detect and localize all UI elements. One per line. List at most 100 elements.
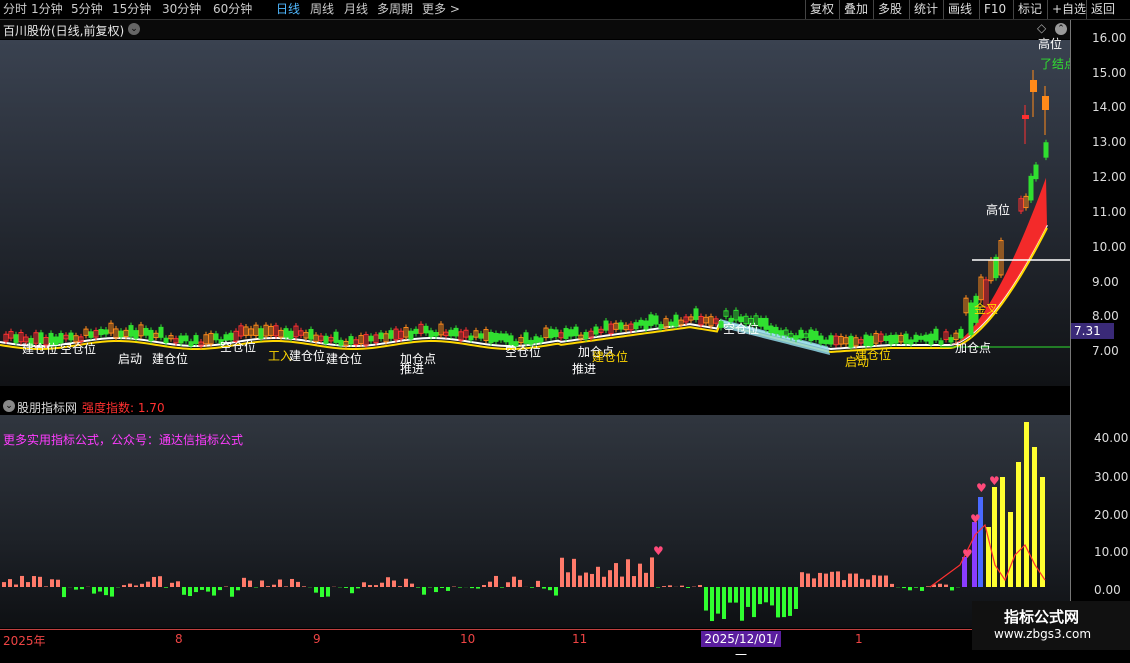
indicator-bar [122,585,126,587]
candle-body [884,336,888,340]
candle-body [959,329,963,338]
indicator-tick: 10.00 [1094,545,1128,559]
tool-back-button[interactable]: 返回 [1086,0,1119,19]
price-tick: 8.00 [1092,309,1119,323]
candle-body [819,336,823,343]
tool-mark-button[interactable]: 标记 [1013,0,1046,19]
period-tab-daily[interactable]: 日线 [276,2,300,17]
period-tab-30min[interactable]: 30分钟 [162,2,201,17]
candle-body [414,329,418,333]
indicator-bar [908,587,912,590]
price-tick: 13.00 [1092,135,1126,149]
indicator-bar [662,586,666,587]
tool-overlay-button[interactable]: 叠加 [839,0,872,19]
period-tab-1min[interactable]: 1分钟 [31,2,63,17]
indicator-bar [884,576,888,587]
indicator-bar [368,585,372,587]
indicator-bar [686,587,690,588]
indicator-bar [818,573,822,587]
candle-body [554,330,558,337]
candle-body [574,327,578,336]
tool-add-watchlist-button[interactable]: +自选 [1047,0,1090,19]
indicator-bar [350,587,354,593]
tool-draw-button[interactable]: 画线 [943,0,976,19]
indicator-bar [110,587,114,597]
candle-body [194,336,198,344]
price-tick: 7.00 [1092,344,1119,358]
indicator-bar [92,587,96,594]
kline-chart[interactable] [0,40,1070,386]
indicator-menu-icon[interactable]: ⌄ [3,400,15,412]
indicator-bar [866,580,870,587]
period-tab-60min[interactable]: 60分钟 [213,2,252,17]
signal-label: 加仓点 [955,339,991,356]
tool-multi-stock-button[interactable]: 多股 [873,0,906,19]
dropdown-circle-icon[interactable]: ⌄ [128,23,140,35]
tool-f10-button[interactable]: F10 [979,0,1010,19]
indicator-bar [848,574,852,587]
date-label: 11 [572,632,587,646]
price-tick: 15.00 [1092,66,1126,80]
indicator-bar [740,587,744,621]
candle-body [524,333,528,344]
indicator-name[interactable]: 股朋指标网 [17,399,77,416]
candle-body [569,330,573,336]
date-label: 8 [175,632,183,646]
indicator-bar [860,579,864,587]
candle-body [904,334,908,343]
diamond-icon[interactable]: ◇ [1037,21,1046,35]
period-tab-fenshi[interactable]: 分时 [3,2,27,17]
candle-body [639,320,643,325]
watermark-url: www.zbgs3.com [994,627,1091,641]
indicator-bar [1016,462,1021,587]
candle-body [284,329,288,337]
period-tab-5min[interactable]: 5分钟 [71,2,103,17]
indicator-bar [602,577,606,587]
indicator-bar [212,587,216,596]
period-tab-15min[interactable]: 15分钟 [112,2,151,17]
indicator-bar [1040,477,1045,587]
indicator-bar [236,587,240,590]
indicator-bar [440,587,444,588]
indicator-bar [902,587,906,588]
date-axis: 2025年 8 9 10 11 2025/12/01/一 1 [0,629,1070,651]
signal-label: 空仓位 [60,340,96,357]
indicator-bar [596,567,600,587]
indicator-bar [1000,477,1005,587]
indicator-bar [842,580,846,587]
indicator-bar [704,587,708,611]
period-tab-weekly[interactable]: 周线 [310,2,334,17]
candle-body [1034,165,1038,179]
candle-body [814,331,818,339]
candle-body [829,336,833,344]
indicator-bar [584,573,588,587]
period-tab-more[interactable]: 更多 > [422,2,460,17]
price-tick: 14.00 [1092,100,1126,114]
period-tab-monthly[interactable]: 月线 [344,2,368,17]
indicator-bar [788,587,792,616]
candle-body [494,333,498,341]
indicator-bar [530,587,534,588]
tool-fuquan-button[interactable]: 复权 [805,0,838,19]
indicator-bar [80,587,84,589]
indicator-bar [152,577,156,587]
candle-body [309,329,313,339]
indicator-bar [758,587,762,604]
indicator-bar [914,587,918,588]
indicator-bar [542,587,546,589]
indicator-bar [836,571,840,587]
expand-circle-icon[interactable]: ⌃ [1055,23,1067,35]
indicator-bar [188,587,192,596]
indicator-bar [56,580,60,587]
indicator-value: 强度指数: 1.70 [82,399,165,416]
indicator-bar [458,587,462,588]
candle-body [469,336,473,340]
candle-body [504,334,508,342]
indicator-bar [824,574,828,587]
candle-body [849,336,853,347]
tool-stats-button[interactable]: 统计 [909,0,942,19]
period-tab-multi[interactable]: 多周期 [377,2,413,17]
candle-body [939,341,943,345]
indicator-bar [992,487,997,587]
candle-body [14,335,18,343]
